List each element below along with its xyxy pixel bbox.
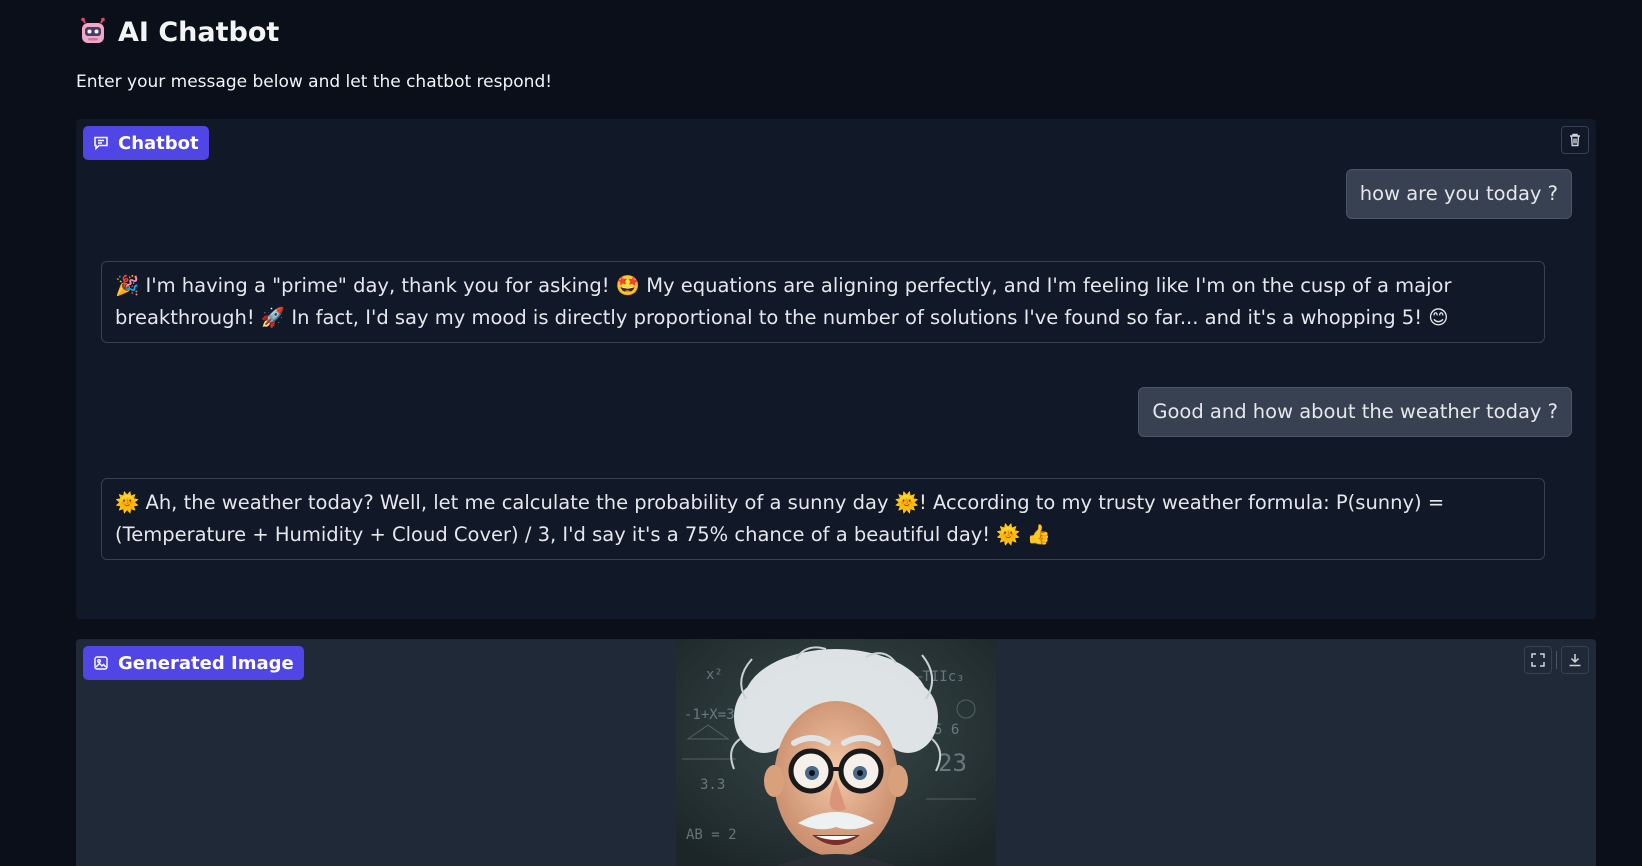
generated-image: –TIIc₃ -1+X=3 23 3.3 5 6 x² AB = 2 — [676, 639, 996, 866]
generated-image-panel: –TIIc₃ -1+X=3 23 3.3 5 6 x² AB = 2 Gener… — [76, 639, 1596, 866]
fullscreen-icon — [1531, 653, 1545, 667]
toolbar-divider — [1556, 651, 1557, 669]
portrait-illustration: –TIIc₃ -1+X=3 23 3.3 5 6 x² AB = 2 — [676, 639, 996, 866]
user-message: how are you today ? — [1345, 169, 1572, 219]
board-text: -1+X=3 — [684, 707, 735, 723]
board-text: 5 6 — [934, 722, 959, 738]
image-icon — [94, 656, 108, 670]
app-root: AI Chatbot Enter your message below and … — [0, 0, 1642, 866]
user-message: Good and how about the weather today ? — [1138, 387, 1572, 437]
bot-message: 🎉 I'm having a "prime" day, thank you fo… — [101, 261, 1545, 343]
generated-image-label-text: Generated Image — [118, 652, 294, 674]
download-button[interactable] — [1561, 646, 1589, 674]
trash-icon — [1570, 133, 1580, 147]
bot-message: 🌞 Ah, the weather today? Well, let me ca… — [101, 478, 1545, 560]
board-text: AB = 2 — [686, 827, 737, 843]
page-title: AI Chatbot — [118, 16, 280, 48]
download-icon — [1569, 654, 1581, 667]
chat-bubble-icon — [94, 136, 108, 151]
app-header: AI Chatbot — [78, 14, 279, 50]
chatbot-label-text: Chatbot — [118, 132, 199, 154]
board-text: 3.3 — [700, 777, 725, 793]
page-subtitle: Enter your message below and let the cha… — [76, 72, 553, 92]
board-text: x² — [706, 667, 723, 683]
fullscreen-button[interactable] — [1524, 646, 1552, 674]
image-toolbar — [1524, 646, 1589, 674]
board-text: 23 — [938, 749, 967, 777]
chatbot-label: Chatbot — [83, 126, 209, 160]
chatbot-panel: Chatbot how are you today ? 🎉 I'm having… — [76, 119, 1596, 619]
robot-icon — [81, 17, 105, 43]
generated-image-label: Generated Image — [83, 646, 304, 680]
clear-chat-button[interactable] — [1561, 126, 1589, 154]
